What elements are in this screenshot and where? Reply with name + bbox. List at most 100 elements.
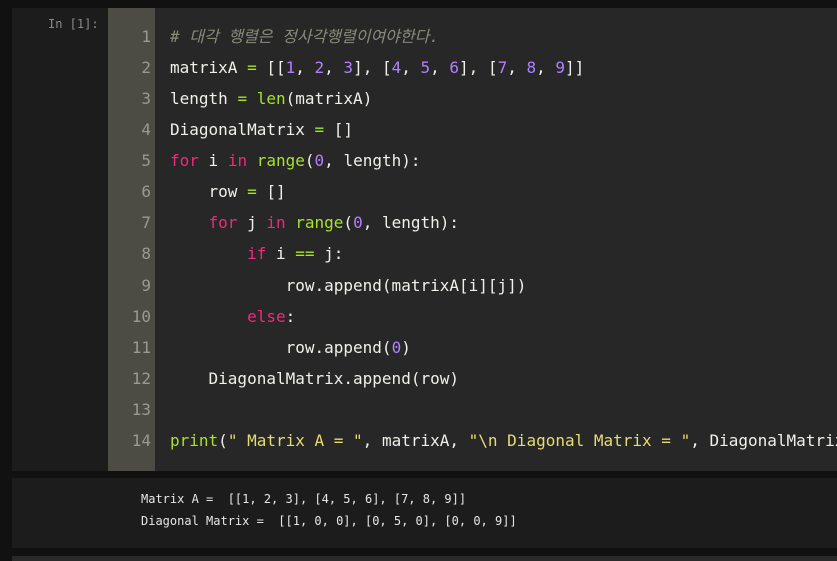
line-number: 10 — [131, 307, 151, 326]
code-token: [] — [256, 182, 286, 201]
code-token: for — [208, 213, 238, 232]
code-token: , length): — [362, 213, 460, 232]
code-token: ( — [304, 151, 315, 170]
code-token: 0 — [353, 213, 363, 232]
code-token: in — [227, 151, 248, 170]
code-token: row — [170, 182, 248, 201]
code-token: i — [266, 244, 296, 263]
code-token: , — [295, 58, 315, 77]
code-token: DiagonalMatrix — [170, 120, 315, 139]
code-token: print — [170, 431, 219, 450]
code-token: range — [256, 151, 305, 170]
code-token: "\n Diagonal Matrix = " — [468, 431, 691, 450]
code-token: , matrixA, — [362, 431, 469, 450]
code-token: = — [314, 120, 325, 139]
code-token: , — [401, 58, 421, 77]
line-number: 8 — [141, 244, 151, 263]
code-token: 2 — [314, 58, 325, 77]
code-token: , — [536, 58, 556, 77]
code-line: else: — [170, 307, 295, 327]
line-number: 13 — [131, 400, 151, 419]
line-number: 9 — [141, 276, 151, 295]
code-token: 6 — [449, 58, 460, 77]
code-token: , DiagonalMatrix) — [690, 431, 837, 450]
code-token: , — [324, 58, 344, 77]
code-token: ]] — [565, 58, 585, 77]
code-token: for — [170, 151, 199, 170]
code-token: == — [295, 244, 315, 263]
code-token: j — [237, 213, 267, 232]
cell-prompt: In [1]: — [48, 17, 99, 31]
code-token: , — [507, 58, 527, 77]
scrollbar[interactable] — [12, 556, 837, 561]
code-token: 5 — [420, 58, 431, 77]
code-token: = — [247, 58, 257, 77]
code-token: i — [198, 151, 228, 170]
code-token: in — [266, 213, 286, 232]
code-line: length = len(matrixA) — [170, 89, 372, 109]
code-line: matrixA = [[1, 2, 3], [4, 5, 6], [7, 8, … — [170, 58, 584, 78]
code-token: matrixA — [170, 58, 248, 77]
code-line: for j in range(0, length): — [170, 213, 460, 233]
code-line: print(" Matrix A = ", matrixA, "\n Diago… — [170, 431, 837, 451]
line-number: 1 — [141, 27, 151, 46]
code-token: (matrixA) — [285, 89, 373, 108]
code-line: # 대각 행렬은 정사각행렬이여야한다. — [170, 27, 439, 47]
code-line: DiagonalMatrix = [] — [170, 120, 353, 140]
code-token: range — [295, 213, 344, 232]
code-token: j: — [314, 244, 344, 263]
line-number: 4 — [141, 120, 151, 139]
code-token: 0 — [391, 338, 402, 357]
output-line: Diagonal Matrix = [[1, 0, 0], [0, 5, 0],… — [141, 514, 517, 528]
code-token: 1 — [285, 58, 296, 77]
code-line: row.append(0) — [170, 338, 411, 358]
line-number: 5 — [141, 151, 151, 170]
code-token: row.append( — [170, 338, 392, 357]
code-token: 0 — [314, 151, 325, 170]
code-line: for i in range(0, length): — [170, 151, 421, 171]
code-line: if i == j: — [170, 244, 343, 264]
code-token: if — [247, 244, 267, 263]
code-token: 4 — [391, 58, 402, 77]
code-token: ], [ — [353, 58, 392, 77]
code-token: , — [430, 58, 450, 77]
code-token: , length): — [324, 151, 421, 170]
line-number: 7 — [141, 213, 151, 232]
code-token: [[ — [256, 58, 286, 77]
code-token: = — [247, 182, 257, 201]
code-token: = — [237, 89, 248, 108]
code-line: DiagonalMatrix.append(row) — [170, 369, 459, 389]
line-number: 14 — [131, 431, 151, 450]
code-token: 9 — [555, 58, 566, 77]
line-number: 11 — [131, 338, 151, 357]
code-token: len — [256, 89, 286, 108]
code-token: row.append(matrixA[i][j]) — [170, 276, 527, 295]
code-line: row = [] — [170, 182, 286, 202]
code-token: " Matrix A = " — [227, 431, 363, 450]
code-line: row.append(matrixA[i][j]) — [170, 276, 527, 296]
comment: # 대각 행렬은 정사각행렬이여야한다. — [170, 27, 439, 46]
code-token: [] — [324, 120, 354, 139]
line-number: 12 — [131, 369, 151, 388]
output-line: Matrix A = [[1, 2, 3], [4, 5, 6], [7, 8,… — [141, 492, 467, 506]
code-token: ( — [218, 431, 228, 450]
code-token: ( — [343, 213, 354, 232]
code-token: DiagonalMatrix.append(row) — [170, 369, 459, 388]
code-token: 8 — [526, 58, 537, 77]
code-token: 3 — [343, 58, 354, 77]
line-number: 6 — [141, 182, 151, 201]
code-token: else — [247, 307, 286, 326]
code-token: : — [285, 307, 296, 326]
code-token: 7 — [497, 58, 508, 77]
line-number: 2 — [141, 58, 151, 77]
code-token: length — [170, 89, 238, 108]
line-number: 3 — [141, 89, 151, 108]
code-token: ], [ — [459, 58, 498, 77]
code-token: ) — [401, 338, 411, 357]
